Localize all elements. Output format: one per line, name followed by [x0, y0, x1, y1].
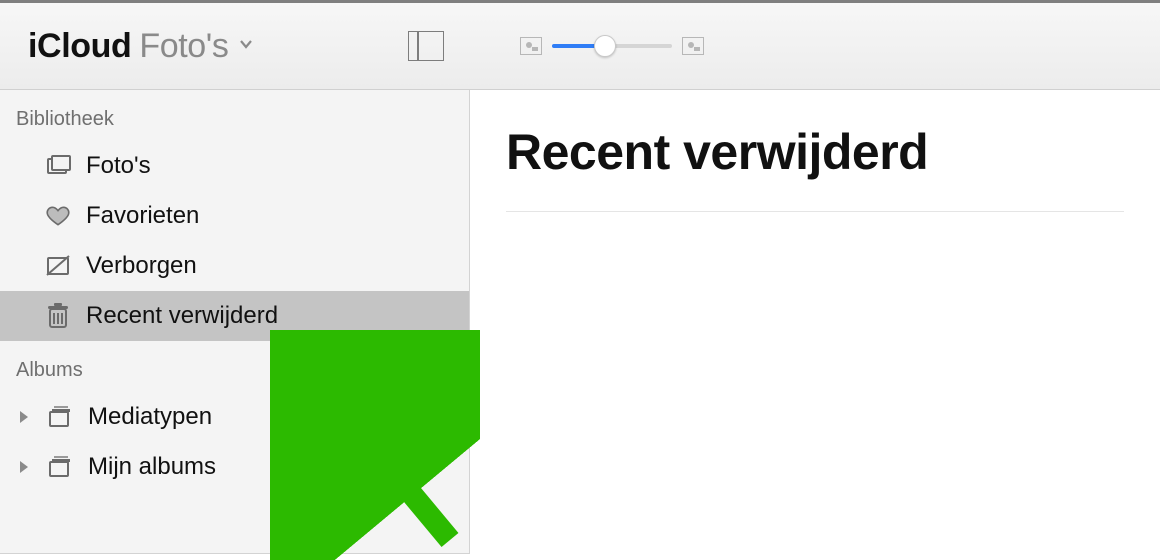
heart-icon	[44, 202, 72, 230]
sidebar-item-recent-verwijderd[interactable]: Recent verwijderd	[0, 291, 469, 341]
slider-track[interactable]	[552, 44, 672, 48]
section-label-bibliotheek: Bibliotheek	[0, 90, 469, 141]
sidebar-item-label: Mijn albums	[88, 453, 216, 481]
sidebar-item-mediatypen[interactable]: Mediatypen	[0, 392, 469, 442]
sidebar-item-label: Recent verwijderd	[86, 302, 278, 330]
trash-icon	[44, 302, 72, 330]
stack-icon	[46, 453, 74, 481]
sidebar-item-label: Foto's	[86, 152, 151, 180]
app-title-word1: iCloud	[28, 27, 131, 66]
app-title-word2: Foto's	[139, 27, 228, 66]
hidden-icon	[44, 252, 72, 280]
thumbnail-small-icon	[520, 37, 542, 55]
sidebar-item-favorieten[interactable]: Favorieten	[0, 191, 469, 241]
content-divider	[506, 211, 1124, 212]
photos-icon	[44, 152, 72, 180]
chevron-down-icon	[238, 36, 254, 57]
sidebar-item-mijn-albums[interactable]: Mijn albums	[0, 442, 469, 492]
thumbnail-size-slider	[520, 37, 704, 55]
sidebar: Bibliotheek Foto's Favorieten	[0, 90, 470, 554]
sidebar-item-fotos[interactable]: Foto's	[0, 141, 469, 191]
stack-icon	[46, 403, 74, 431]
sidebar-item-label: Mediatypen	[88, 403, 212, 431]
sidebar-toggle-button[interactable]	[408, 31, 444, 61]
sidebar-item-verborgen[interactable]: Verborgen	[0, 241, 469, 291]
disclosure-triangle-icon[interactable]	[16, 410, 32, 424]
page-title: Recent verwijderd	[506, 123, 1124, 181]
thumbnail-large-icon	[682, 37, 704, 55]
app-title-dropdown[interactable]: iCloud Foto's	[28, 27, 254, 66]
content-area: Recent verwijderd	[470, 90, 1160, 554]
disclosure-triangle-icon[interactable]	[16, 460, 32, 474]
toolbar: iCloud Foto's	[0, 0, 1160, 90]
section-label-albums: Albums	[0, 341, 469, 392]
sidebar-item-label: Favorieten	[86, 202, 199, 230]
sidebar-item-label: Verborgen	[86, 252, 197, 280]
